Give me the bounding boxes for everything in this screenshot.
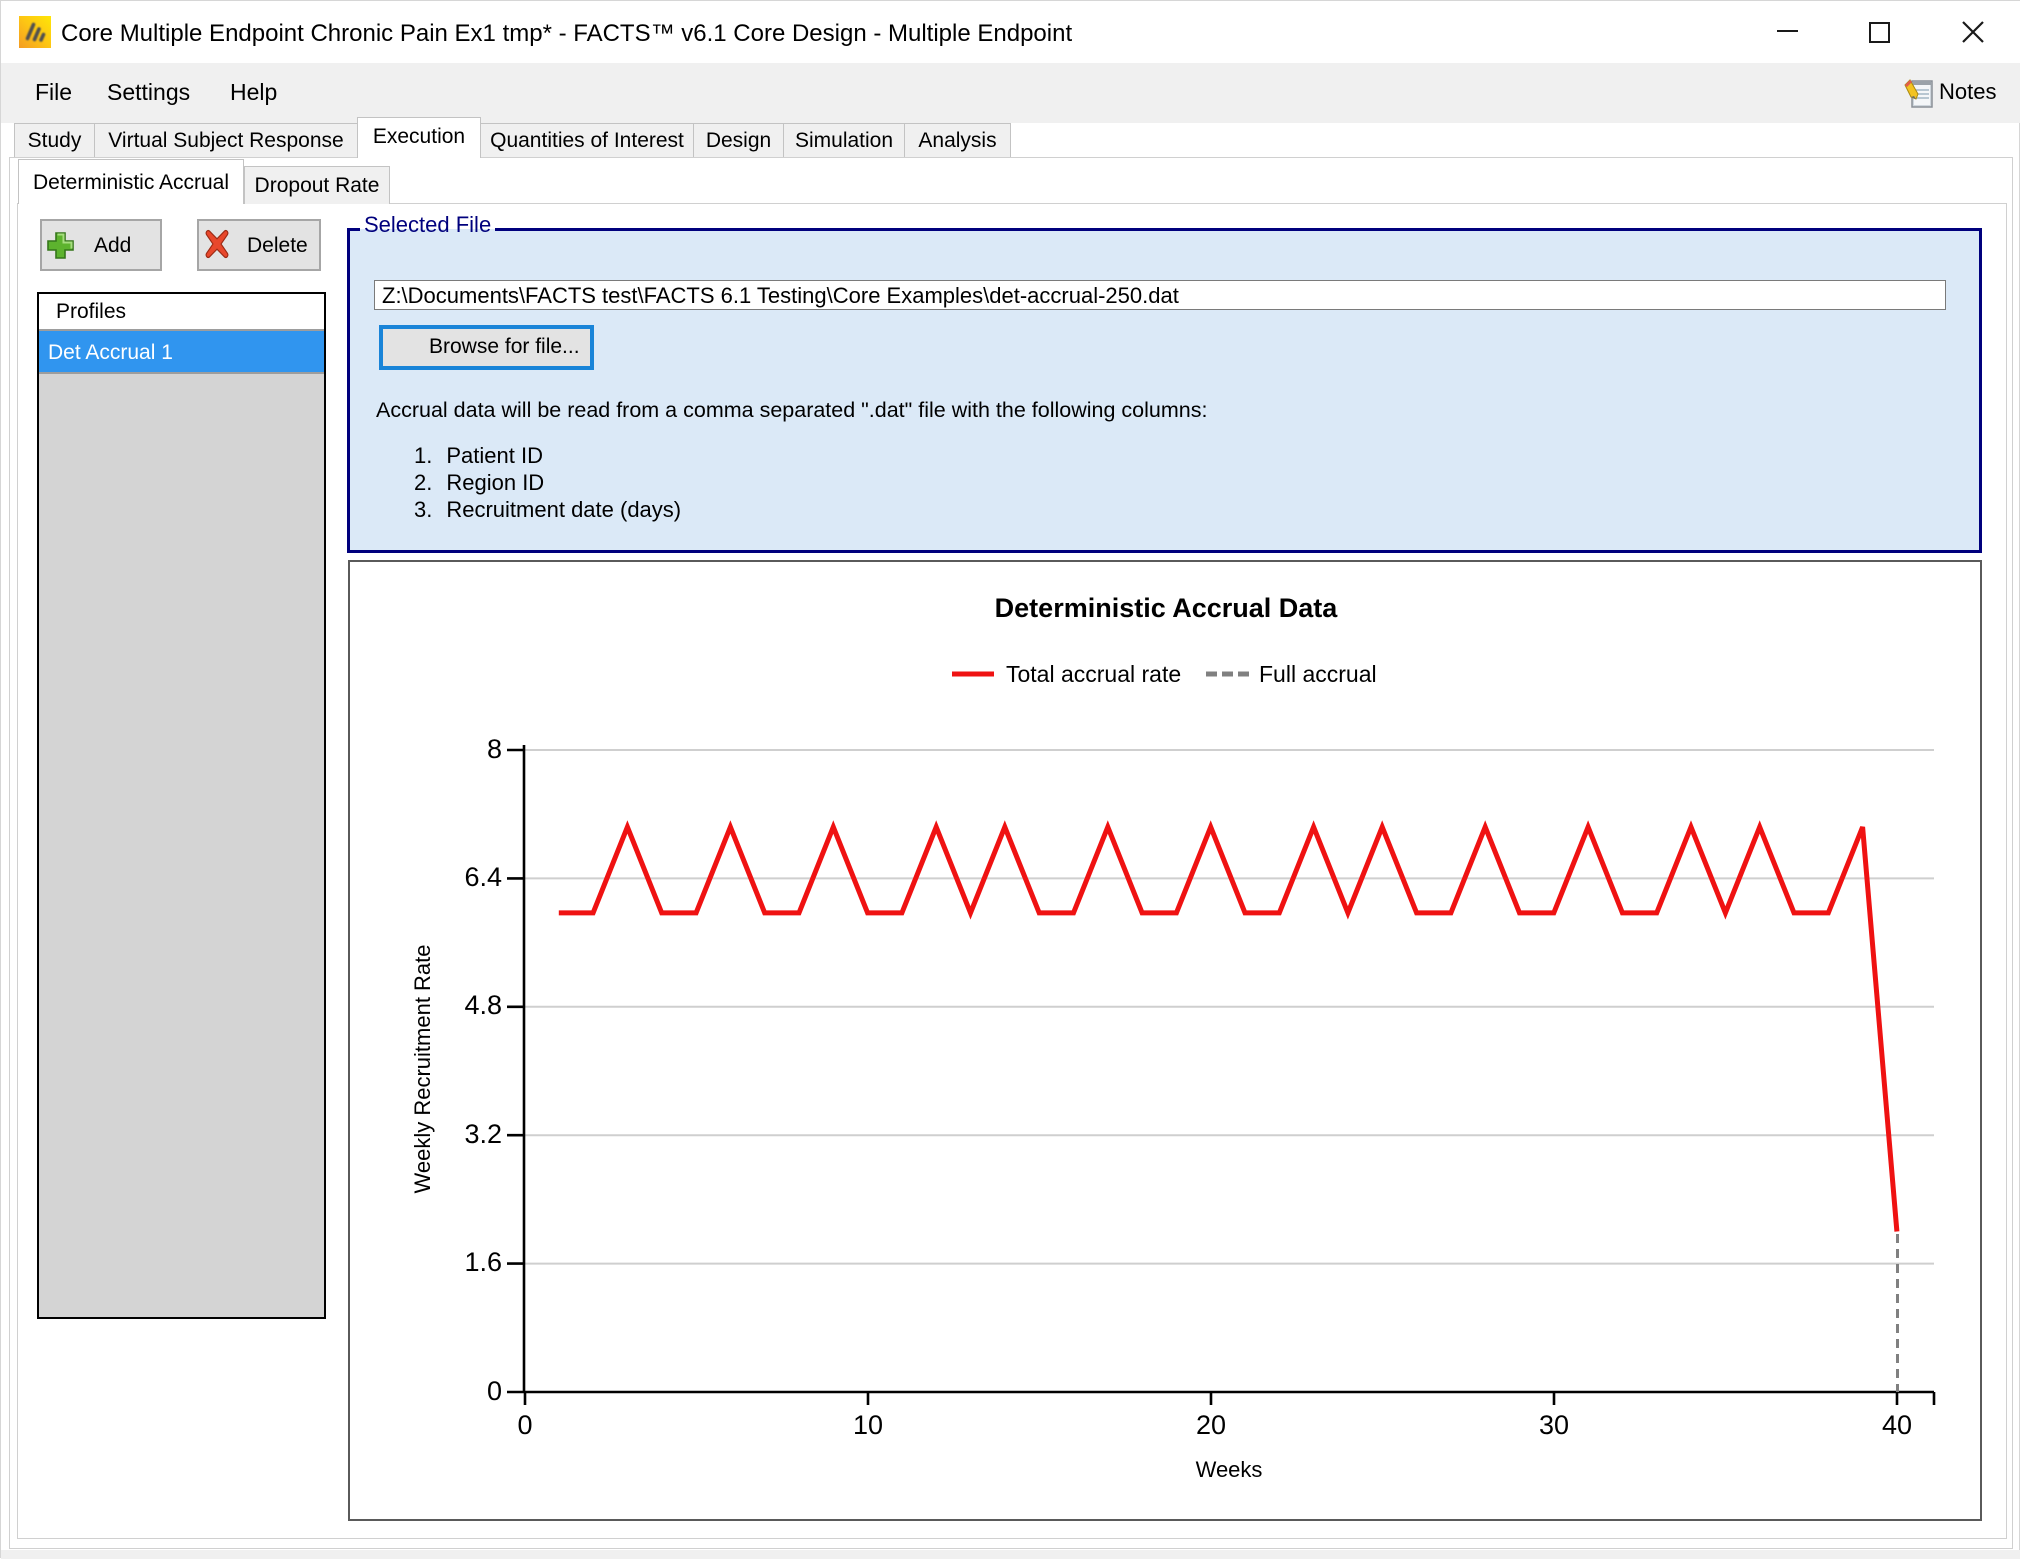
svg-text:Full accrual: Full accrual <box>1259 661 1377 687</box>
svg-text:Deterministic Accrual Data: Deterministic Accrual Data <box>995 593 1339 623</box>
svg-text:Total accrual rate: Total accrual rate <box>1006 661 1181 687</box>
svg-text:0: 0 <box>517 1410 532 1440</box>
svg-text:10: 10 <box>853 1410 883 1440</box>
svg-text:30: 30 <box>1539 1410 1569 1440</box>
svg-text:8: 8 <box>487 734 502 764</box>
svg-text:Weekly Recruitment Rate: Weekly Recruitment Rate <box>410 944 435 1193</box>
svg-text:20: 20 <box>1196 1410 1226 1440</box>
svg-text:6.4: 6.4 <box>464 862 502 892</box>
svg-text:40: 40 <box>1882 1410 1912 1440</box>
svg-text:4.8: 4.8 <box>464 990 502 1020</box>
svg-text:1.6: 1.6 <box>464 1247 502 1277</box>
svg-text:Weeks: Weeks <box>1196 1457 1263 1482</box>
svg-text:3.2: 3.2 <box>464 1119 502 1149</box>
svg-text:0: 0 <box>487 1376 502 1406</box>
